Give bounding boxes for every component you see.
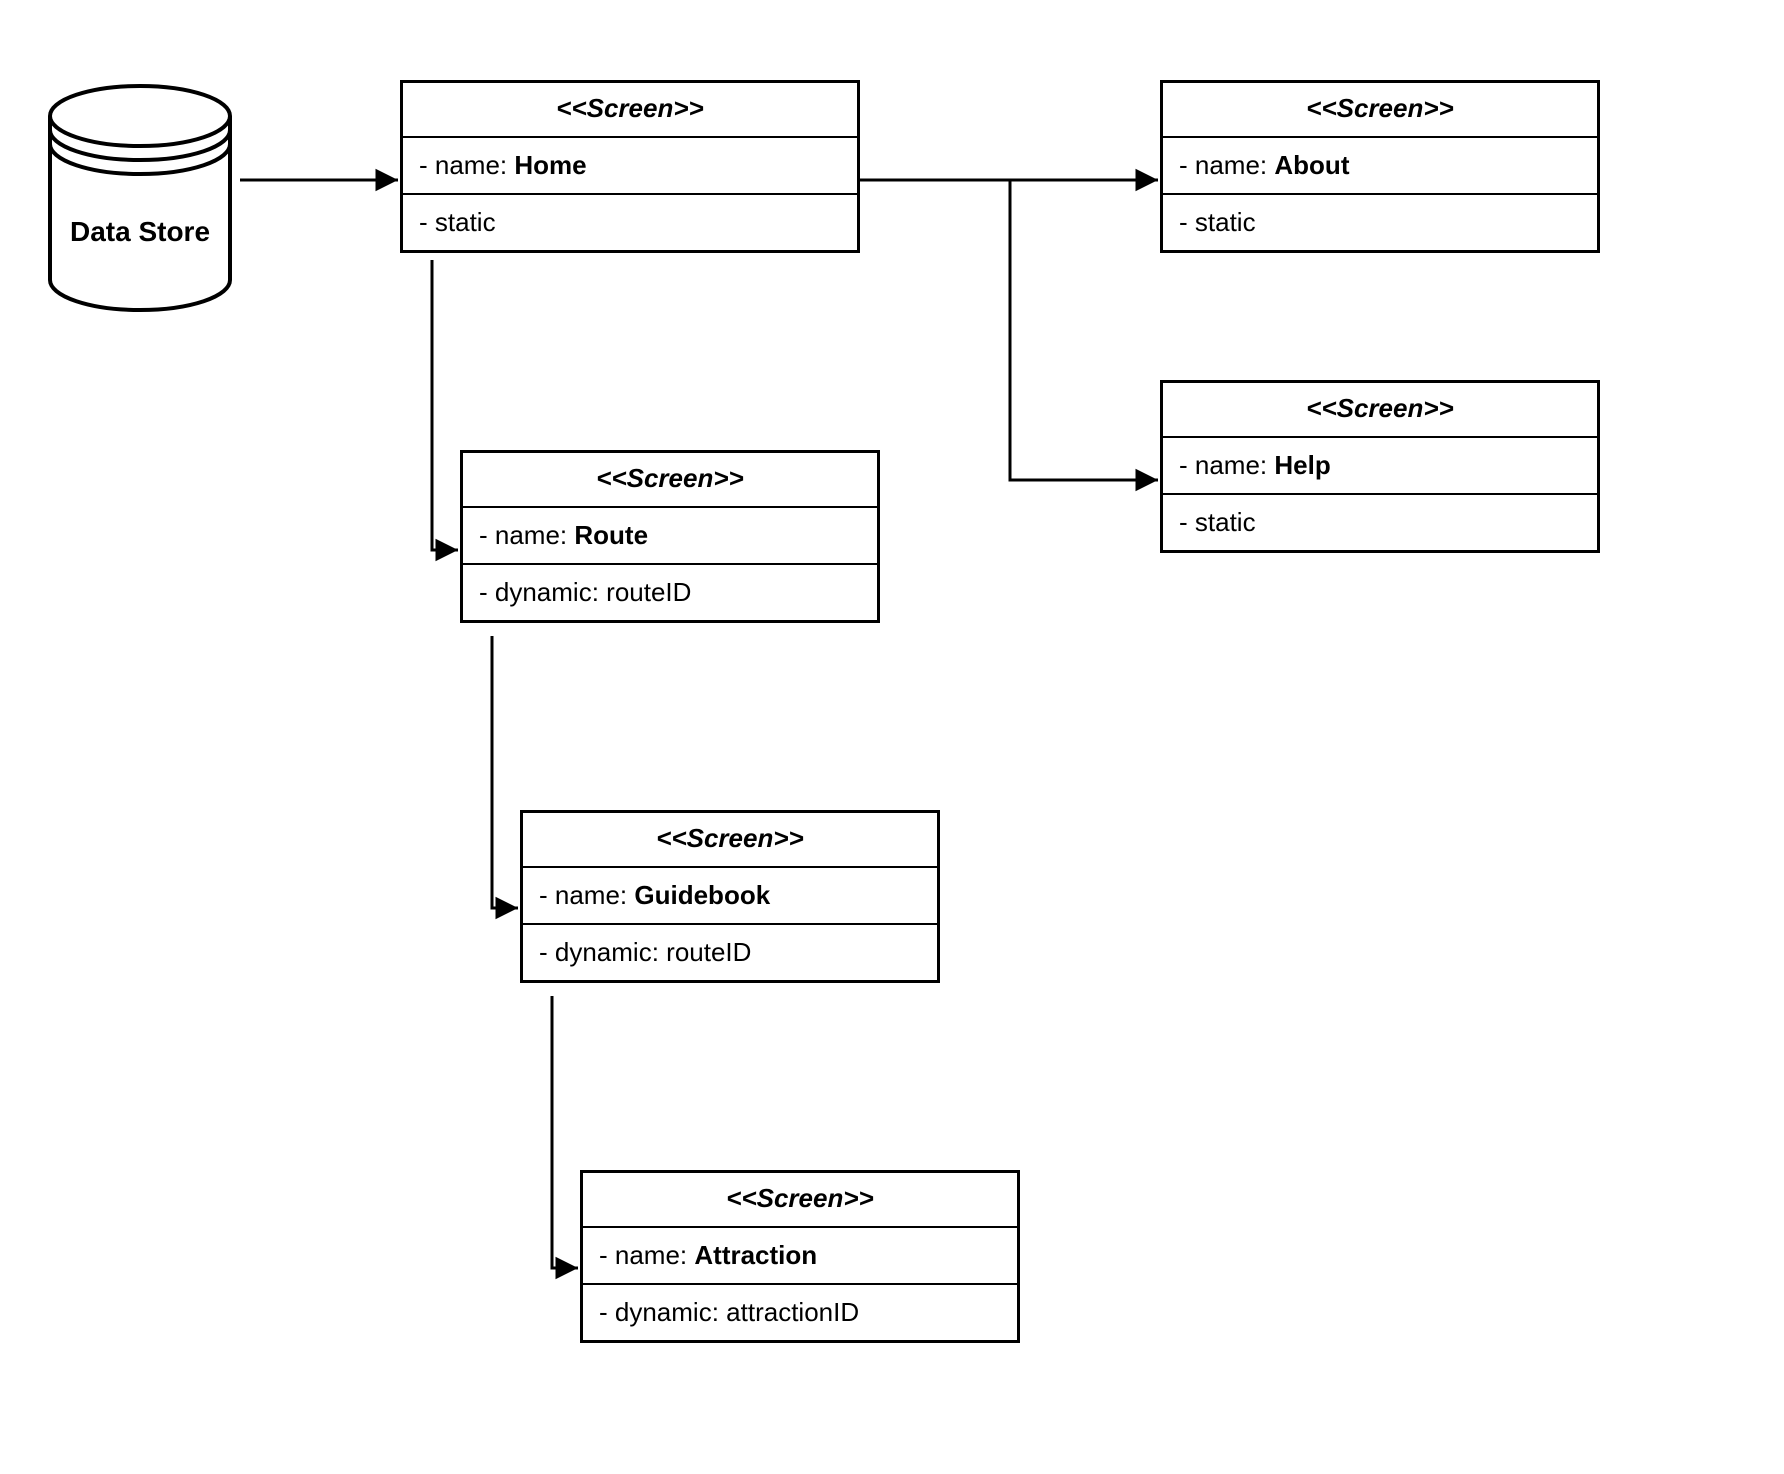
- node-guidebook-param: routeID: [666, 937, 751, 967]
- node-attraction-param: attractionID: [726, 1297, 859, 1327]
- name-label: name:: [495, 520, 567, 550]
- static-label: static: [1195, 207, 1256, 237]
- node-guidebook-kind-row: - dynamic: routeID: [523, 925, 937, 980]
- node-guidebook-name: Guidebook: [634, 880, 770, 910]
- datastore-icon: [40, 80, 240, 320]
- node-attraction-stereotype: <<Screen>>: [583, 1173, 1017, 1228]
- edge-route-guidebook: [492, 636, 518, 908]
- name-label: name:: [435, 150, 507, 180]
- node-home-stereotype: <<Screen>>: [403, 83, 857, 138]
- node-route-name-row: - name: Route: [463, 508, 877, 565]
- node-guidebook-stereotype: <<Screen>>: [523, 813, 937, 868]
- name-label: name:: [1195, 450, 1267, 480]
- node-about-name-row: - name: About: [1163, 138, 1597, 195]
- node-about-stereotype: <<Screen>>: [1163, 83, 1597, 138]
- node-attraction-kind-row: - dynamic: attractionID: [583, 1285, 1017, 1340]
- static-label: static: [1195, 507, 1256, 537]
- node-about-kind-row: - static: [1163, 195, 1597, 250]
- node-route-stereotype: <<Screen>>: [463, 453, 877, 508]
- edge-guidebook-attraction: [552, 996, 578, 1268]
- node-help-stereotype: <<Screen>>: [1163, 383, 1597, 438]
- node-help-name-row: - name: Help: [1163, 438, 1597, 495]
- diagram-canvas: Data Store <<Screen>> - name: Home - sta…: [0, 0, 1784, 1474]
- datastore-label: Data Store: [40, 216, 240, 248]
- name-label: name:: [555, 880, 627, 910]
- node-home-kind-row: - static: [403, 195, 857, 250]
- node-attraction-name: Attraction: [694, 1240, 817, 1270]
- node-guidebook-name-row: - name: Guidebook: [523, 868, 937, 925]
- node-help-kind-row: - static: [1163, 495, 1597, 550]
- node-home-name-row: - name: Home: [403, 138, 857, 195]
- node-route-name: Route: [574, 520, 648, 550]
- node-home-name: Home: [514, 150, 586, 180]
- node-help: <<Screen>> - name: Help - static: [1160, 380, 1600, 553]
- node-help-name: Help: [1274, 450, 1330, 480]
- node-route: <<Screen>> - name: Route - dynamic: rout…: [460, 450, 880, 623]
- edge-home-route: [432, 260, 458, 550]
- node-guidebook: <<Screen>> - name: Guidebook - dynamic: …: [520, 810, 940, 983]
- node-about-name: About: [1274, 150, 1349, 180]
- dynamic-label: dynamic:: [555, 937, 659, 967]
- node-about: <<Screen>> - name: About - static: [1160, 80, 1600, 253]
- node-home: <<Screen>> - name: Home - static: [400, 80, 860, 253]
- node-route-kind-row: - dynamic: routeID: [463, 565, 877, 620]
- edge-home-help: [1010, 180, 1158, 480]
- dynamic-label: dynamic:: [615, 1297, 719, 1327]
- static-label: static: [435, 207, 496, 237]
- node-route-param: routeID: [606, 577, 691, 607]
- node-attraction-name-row: - name: Attraction: [583, 1228, 1017, 1285]
- name-label: name:: [615, 1240, 687, 1270]
- node-attraction: <<Screen>> - name: Attraction - dynamic:…: [580, 1170, 1020, 1343]
- dynamic-label: dynamic:: [495, 577, 599, 607]
- name-label: name:: [1195, 150, 1267, 180]
